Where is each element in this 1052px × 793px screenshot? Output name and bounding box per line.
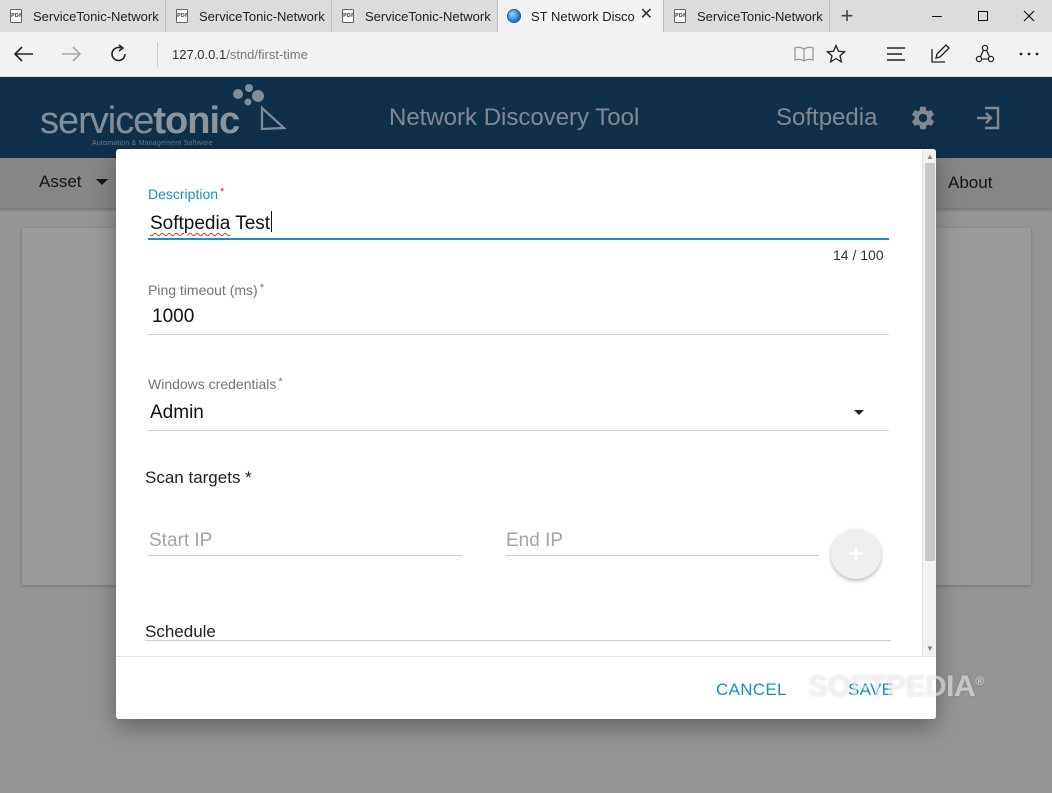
share-button[interactable]: [969, 38, 1001, 70]
reading-view-button[interactable]: [788, 38, 820, 70]
new-tab-button[interactable]: +: [830, 0, 864, 32]
star-icon: [826, 44, 846, 64]
scroll-up-icon[interactable]: ▲: [926, 152, 934, 161]
description-underline: [148, 238, 889, 240]
url-path: /stnd/first-time: [226, 47, 308, 62]
web-note-button[interactable]: [924, 38, 956, 70]
tab-title: ServiceTonic-Network: [365, 8, 491, 24]
description-label: Description *: [148, 186, 225, 202]
scan-targets-title: Scan targets *: [145, 468, 252, 487]
share-icon: [975, 44, 995, 63]
book-icon: [794, 46, 814, 62]
maximize-icon: [978, 11, 988, 21]
add-scan-target-button[interactable]: +: [831, 529, 881, 579]
browser-tab[interactable]: PDF ServiceTonic-Network: [332, 0, 498, 32]
favorite-button[interactable]: [820, 38, 852, 70]
schedule-title: Schedule: [145, 622, 216, 641]
ping-timeout-input[interactable]: 1000: [152, 306, 194, 328]
description-char-counter: 14 / 100: [833, 247, 884, 263]
more-dots-icon: [1019, 52, 1039, 56]
browser-tab[interactable]: PDF ServiceTonic-Network: [166, 0, 332, 32]
back-button[interactable]: [8, 38, 40, 70]
tab-title: ServiceTonic-Network: [33, 8, 159, 24]
end-ip-input[interactable]: End IP: [506, 530, 563, 552]
ping-timeout-underline: [148, 334, 889, 335]
dialog-body: Description * Softpedia Test 14 / 100 Pin…: [116, 149, 922, 656]
dialog-scrollbar[interactable]: ▲ ▼: [922, 149, 936, 656]
scroll-down-icon[interactable]: ▼: [926, 644, 934, 653]
ping-timeout-label: Ping timeout (ms) *: [148, 282, 264, 298]
text-caret: [271, 211, 273, 232]
url-host: 127.0.0.1: [172, 47, 227, 62]
pdf-icon: PDF: [8, 8, 24, 24]
scan-config-dialog: Description * Softpedia Test 14 / 100 Pin…: [116, 149, 936, 719]
minimize-icon: [932, 15, 942, 17]
refresh-icon: [111, 44, 126, 62]
pen-note-icon: [931, 44, 950, 63]
address-field[interactable]: 127.0.0.1/stnd/first-time: [172, 47, 308, 62]
description-input[interactable]: Softpedia Test: [150, 211, 273, 235]
address-bar-row: 127.0.0.1/stnd/first-time: [0, 32, 1052, 77]
scrollbar-thumb[interactable]: [925, 163, 935, 561]
windows-credentials-underline: [148, 430, 889, 431]
end-ip-underline: [506, 555, 819, 556]
more-button[interactable]: [1013, 38, 1045, 70]
dropdown-arrow-icon[interactable]: [854, 410, 864, 415]
arrow-right-icon: [62, 46, 81, 62]
hub-button[interactable]: [880, 38, 912, 70]
tab-title: ST Network Disco: [531, 8, 635, 24]
start-ip-underline: [148, 555, 462, 556]
tab-title: ServiceTonic-Network: [199, 8, 325, 24]
refresh-button[interactable]: [103, 38, 135, 70]
tab-title: ServiceTonic-Network: [697, 8, 823, 24]
browser-tab-active[interactable]: ST Network Disco ✕: [498, 0, 664, 32]
close-tab-icon[interactable]: ✕: [640, 7, 653, 23]
maximize-window-button[interactable]: [960, 0, 1006, 32]
pdf-icon: PDF: [174, 8, 190, 24]
forward-button[interactable]: [55, 38, 87, 70]
windows-credentials-select[interactable]: Admin: [150, 402, 204, 424]
start-ip-input[interactable]: Start IP: [149, 530, 212, 552]
arrow-left-icon: [14, 46, 33, 62]
pdf-icon: PDF: [340, 8, 356, 24]
browser-tab-strip: PDF ServiceTonic-Network PDF ServiceToni…: [0, 0, 1052, 32]
minimize-window-button[interactable]: [914, 0, 960, 32]
close-icon: [1023, 10, 1035, 22]
globe-icon: [506, 8, 522, 24]
pdf-icon: PDF: [672, 8, 688, 24]
hub-icon: [887, 47, 905, 61]
windows-credentials-label: Windows credentials *: [148, 376, 283, 392]
schedule-underline: [145, 640, 891, 641]
close-window-button[interactable]: [1006, 0, 1052, 32]
browser-tab[interactable]: PDF ServiceTonic-Network: [664, 0, 830, 32]
address-separator: [157, 42, 158, 67]
browser-tab[interactable]: PDF ServiceTonic-Network: [0, 0, 166, 32]
softpedia-watermark: SOFTPEDIA®: [808, 670, 984, 703]
cancel-button[interactable]: CANCEL: [716, 680, 787, 700]
